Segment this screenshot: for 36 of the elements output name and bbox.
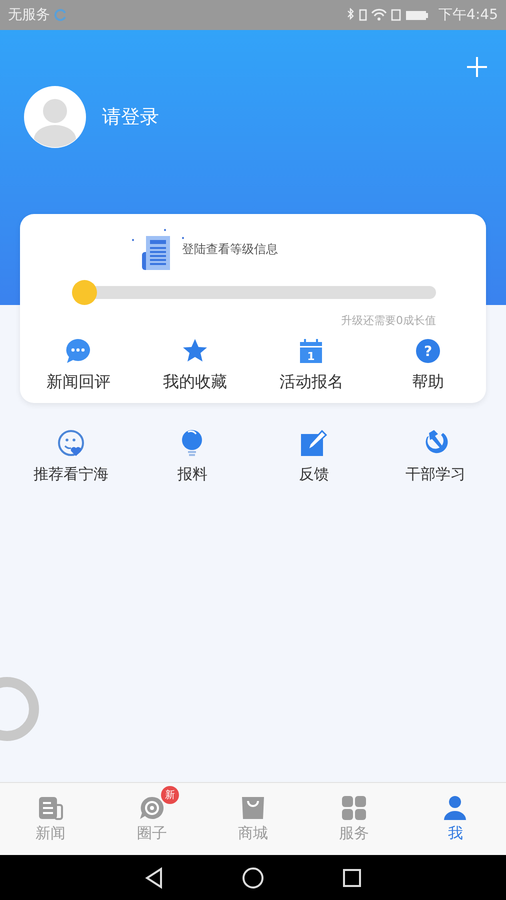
wifi-icon: [370, 8, 387, 22]
chat-icon: [65, 338, 92, 364]
smile-icon: [56, 429, 85, 457]
growth-note: 升级还需要0成长值: [341, 313, 436, 328]
shortcut-button[interactable]: 1 活动报名: [253, 338, 370, 393]
shortcut-button[interactable]: 我的收藏: [136, 338, 253, 393]
service-button[interactable]: 报料: [132, 429, 253, 484]
service-button[interactable]: 推荐看宁海: [10, 429, 132, 484]
carrier-text: 无服务: [8, 6, 50, 24]
home-icon[interactable]: [242, 866, 264, 888]
add-icon[interactable]: [466, 56, 488, 78]
battery-icon: [404, 8, 429, 22]
star-icon: [182, 338, 208, 364]
chat-target-icon: [138, 796, 165, 820]
new-badge: 新: [160, 786, 179, 804]
nav-tab[interactable]: 我: [404, 783, 506, 855]
bluetooth-icon: [346, 8, 355, 22]
sim-icon: [390, 8, 401, 22]
shortcut-button[interactable]: ? 帮助: [370, 338, 486, 393]
avatar-icon[interactable]: [24, 86, 86, 148]
clock-text: 下午4:45: [438, 6, 498, 24]
level-hint: 登陆查看等级信息: [182, 240, 278, 258]
service-button[interactable]: 反馈: [253, 429, 374, 484]
back-icon[interactable]: [144, 866, 164, 888]
help-icon: ?: [414, 338, 441, 364]
nav-tab[interactable]: 新 圈子: [101, 783, 202, 855]
recents-icon[interactable]: [342, 868, 362, 888]
grid-icon: [341, 796, 368, 820]
person-icon: [442, 796, 468, 820]
sync-icon: [54, 8, 68, 22]
vibrate-icon: [358, 8, 367, 22]
shortcut-button[interactable]: 新闻回评: [20, 338, 136, 393]
shopping-bag-icon: [240, 796, 266, 820]
service-button[interactable]: 干部学习: [374, 429, 496, 484]
edit-icon: [300, 429, 328, 457]
newspaper-icon: [38, 796, 64, 820]
